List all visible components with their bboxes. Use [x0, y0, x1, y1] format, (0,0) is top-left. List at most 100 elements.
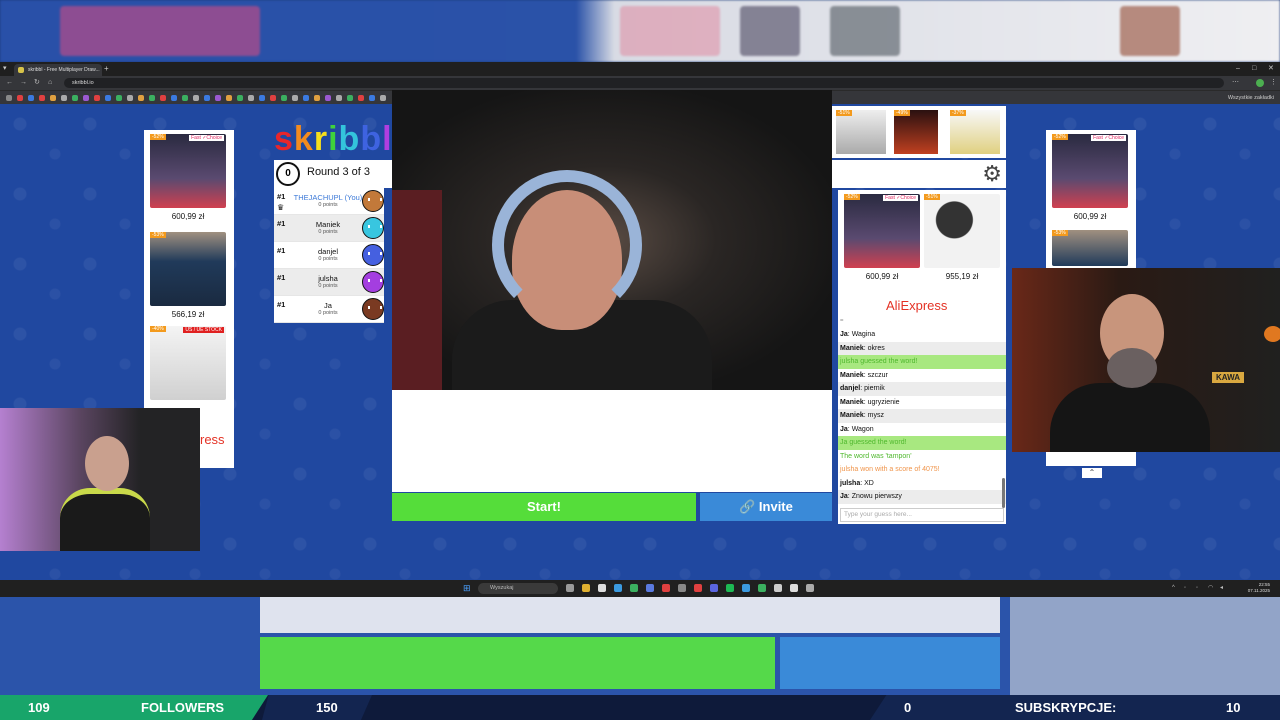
- player-row[interactable]: #1 danjel 0 points: [274, 242, 384, 269]
- blurred-canvas: [260, 597, 1000, 633]
- back-icon[interactable]: ←: [6, 78, 13, 88]
- reload-icon[interactable]: ↻: [34, 78, 40, 88]
- settings-app-icon[interactable]: [806, 584, 814, 592]
- bookmark-icon[interactable]: [237, 95, 243, 101]
- chat-input[interactable]: Type your guess here...: [840, 508, 1004, 522]
- app-icon[interactable]: [646, 584, 654, 592]
- obs-icon[interactable]: [694, 584, 702, 592]
- spotify-icon[interactable]: [726, 584, 734, 592]
- bookmark-icon[interactable]: [6, 95, 12, 101]
- bookmark-icon[interactable]: [358, 95, 364, 101]
- skribbl-logo[interactable]: skribbl: [274, 120, 393, 159]
- bookmark-icon[interactable]: [72, 95, 78, 101]
- bookmark-icon[interactable]: [281, 95, 287, 101]
- chat-scrollbar[interactable]: [1002, 478, 1005, 508]
- steam-icon[interactable]: [742, 584, 750, 592]
- bookmark-icon[interactable]: [50, 95, 56, 101]
- player-row[interactable]: #1 julsha 0 points: [274, 269, 384, 296]
- chevron-up-icon[interactable]: ⌃: [1082, 468, 1102, 478]
- start-button[interactable]: Start!: [392, 493, 696, 521]
- ad-item[interactable]: -52% Fast ✓Choice 600,99 zł: [150, 134, 226, 221]
- bookmark-icon[interactable]: [105, 95, 111, 101]
- wifi-icon[interactable]: ◠: [1208, 584, 1213, 592]
- bookmark-icon[interactable]: [215, 95, 221, 101]
- ad-item[interactable]: -40% US / UE STOCK: [150, 326, 226, 400]
- bookmark-icon[interactable]: [28, 95, 34, 101]
- app-icon[interactable]: [774, 584, 782, 592]
- tray-icon[interactable]: ◦: [1196, 584, 1198, 592]
- bookmark-icon[interactable]: [171, 95, 177, 101]
- browser-menu-icon[interactable]: ⋮: [1270, 78, 1277, 88]
- ad-item[interactable]: -53%: [1052, 230, 1128, 266]
- ad-item[interactable]: -53% 566,19 zł: [150, 232, 226, 319]
- player-row[interactable]: #1 Ja 0 points: [274, 296, 384, 323]
- close-window-button[interactable]: ✕: [1268, 64, 1274, 74]
- bookmark-icon[interactable]: [160, 95, 166, 101]
- bookmark-icon[interactable]: [303, 95, 309, 101]
- bookmark-icon[interactable]: [193, 95, 199, 101]
- aliexpress-logo[interactable]: AliExpress: [886, 298, 947, 313]
- xbox-icon[interactable]: [758, 584, 766, 592]
- extensions-icon[interactable]: ⋯: [1232, 78, 1239, 88]
- app-icon[interactable]: [630, 584, 638, 592]
- ad-item[interactable]: -52% Fast ✓Choice 600,99 zł: [844, 194, 920, 281]
- bookmark-icon[interactable]: [61, 95, 67, 101]
- taskbar-search[interactable]: Wyszukaj: [478, 583, 558, 594]
- tray-chevron-icon[interactable]: ^: [1172, 584, 1175, 592]
- store-icon[interactable]: [598, 584, 606, 592]
- bookmark-icon[interactable]: [369, 95, 375, 101]
- app-icon[interactable]: [678, 584, 686, 592]
- invite-button[interactable]: 🔗 Invite: [700, 493, 832, 521]
- bookmark-icon[interactable]: [380, 95, 386, 101]
- volume-icon[interactable]: ◂: [1220, 584, 1223, 592]
- windows-start-icon[interactable]: ⊞: [463, 584, 471, 593]
- bookmark-icon[interactable]: [17, 95, 23, 101]
- maximize-button[interactable]: □: [1252, 64, 1256, 74]
- bookmark-icon[interactable]: [325, 95, 331, 101]
- bookmark-icon[interactable]: [116, 95, 122, 101]
- chat-author: Ja: [840, 331, 848, 338]
- browser-tab[interactable]: skribbl - Free Multiplayer Draw...: [14, 64, 102, 76]
- bookmark-icon[interactable]: [149, 95, 155, 101]
- chat-input-mini[interactable]: [1046, 452, 1136, 466]
- bookmark-icon[interactable]: [292, 95, 298, 101]
- bookmark-icon[interactable]: [270, 95, 276, 101]
- ad-column-right[interactable]: -52% Fast ✓Choice 600,99 zł -53%: [1046, 130, 1136, 270]
- file-explorer-icon[interactable]: [582, 584, 590, 592]
- bookmark-icon[interactable]: [182, 95, 188, 101]
- bookmark-icon[interactable]: [39, 95, 45, 101]
- ad-column-middle[interactable]: -52% Fast ✓Choice 600,99 zł -51% 955,19 …: [838, 190, 1006, 318]
- discord-icon[interactable]: [710, 584, 718, 592]
- player-row[interactable]: #1 ♛ THEJACHUPL (You) 0 points: [274, 188, 384, 215]
- bookmark-icon[interactable]: [94, 95, 100, 101]
- bookmark-icon[interactable]: [83, 95, 89, 101]
- forward-icon[interactable]: →: [20, 78, 27, 88]
- edge-icon[interactable]: [614, 584, 622, 592]
- chrome-icon[interactable]: [662, 584, 670, 592]
- bookmark-icon[interactable]: [127, 95, 133, 101]
- minimize-button[interactable]: –: [1236, 64, 1240, 74]
- new-tab-button[interactable]: +: [104, 64, 109, 74]
- bookmark-icon[interactable]: [248, 95, 254, 101]
- task-view-icon[interactable]: [566, 584, 574, 592]
- bookmark-icon[interactable]: [314, 95, 320, 101]
- home-icon[interactable]: ⌂: [48, 78, 52, 88]
- app-icon[interactable]: [790, 584, 798, 592]
- bookmark-icon[interactable]: [204, 95, 210, 101]
- address-bar[interactable]: skribbl.io: [64, 78, 1224, 88]
- bookmark-icon[interactable]: [226, 95, 232, 101]
- all-bookmarks-link[interactable]: Wszystkie zakładki: [1228, 93, 1274, 103]
- bookmark-icon[interactable]: [347, 95, 353, 101]
- player-row[interactable]: #1 Maniek 0 points: [274, 215, 384, 242]
- ad-item[interactable]: -52% Fast ✓Choice 600,99 zł: [1052, 134, 1128, 221]
- ad-strip-top[interactable]: -51% -49% -37%: [832, 106, 1006, 158]
- bookmark-icon[interactable]: [336, 95, 342, 101]
- gear-icon[interactable]: ⚙: [982, 162, 1002, 186]
- profile-avatar[interactable]: [1256, 79, 1264, 87]
- tray-icon[interactable]: ◦: [1184, 584, 1186, 592]
- bookmark-icon[interactable]: [259, 95, 265, 101]
- bookmark-icon[interactable]: [138, 95, 144, 101]
- ad-item[interactable]: -51% 955,19 zł: [924, 194, 1000, 281]
- tab-menu-icon[interactable]: ▾: [3, 64, 7, 74]
- taskbar-clock[interactable]: 22:55 07.11.2025: [1248, 582, 1270, 594]
